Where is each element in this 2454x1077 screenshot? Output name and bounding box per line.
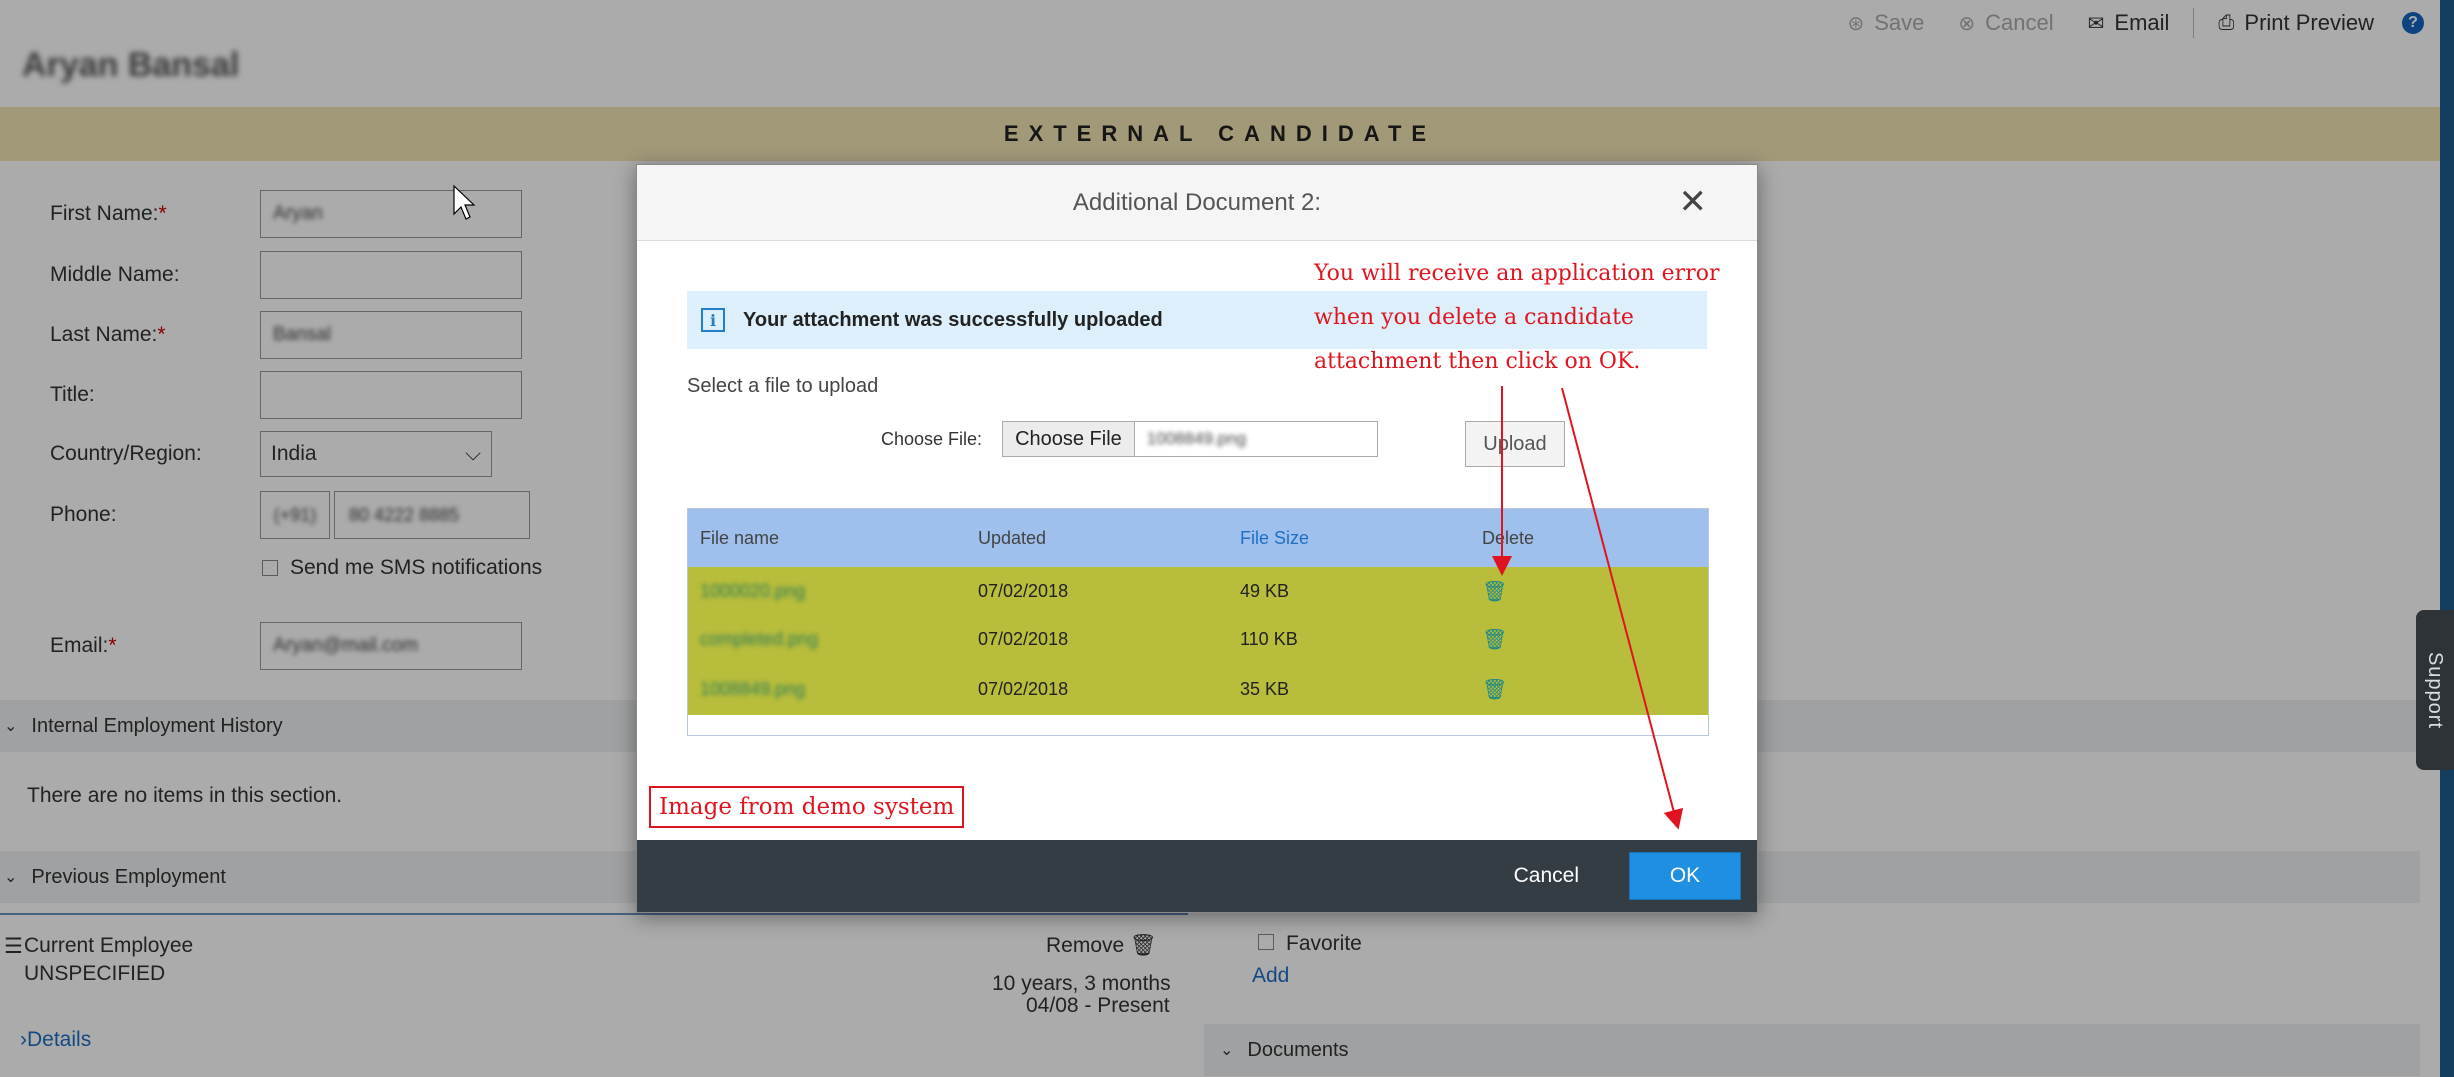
- mouse-cursor-icon: [453, 184, 476, 220]
- annotation-arrows: [453, 184, 1684, 830]
- arrow-to-ok-button: [1561, 387, 1684, 830]
